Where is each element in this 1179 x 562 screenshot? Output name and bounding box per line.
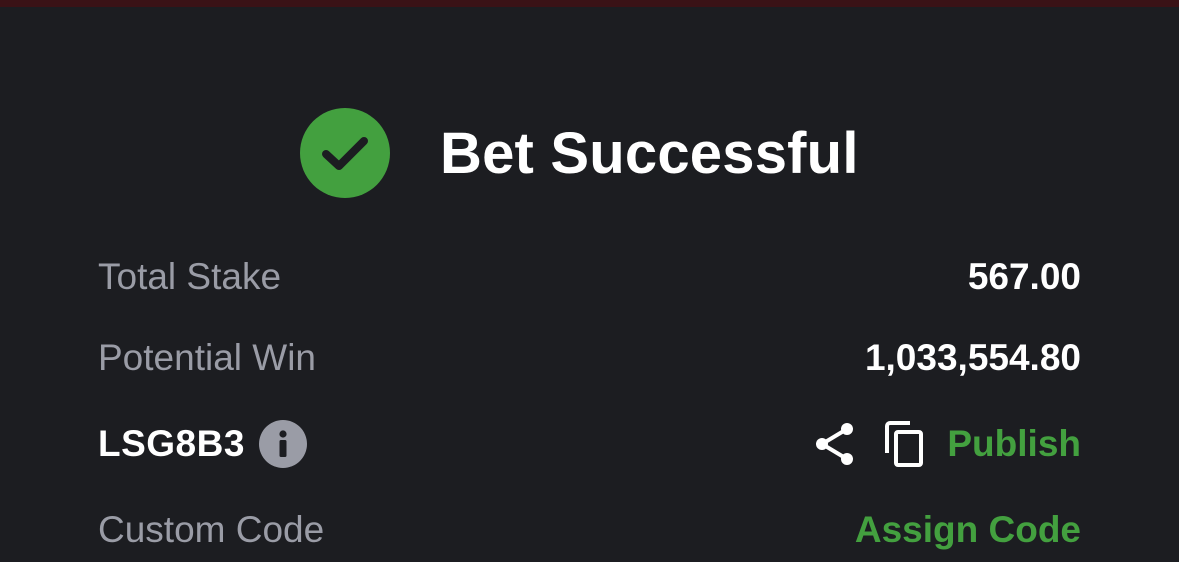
success-header: Bet Successful xyxy=(300,107,859,199)
publish-button[interactable]: Publish xyxy=(947,423,1081,465)
assign-code-button[interactable]: Assign Code xyxy=(855,509,1081,551)
potential-win-row: Potential Win 1,033,554.80 xyxy=(98,328,1081,388)
total-stake-label: Total Stake xyxy=(98,256,282,297)
bet-confirmation-panel: Bet Successful Total Stake 567.00 Potent… xyxy=(0,7,1179,562)
top-bar xyxy=(0,0,1179,7)
booking-code: LSG8B3 xyxy=(98,423,245,464)
copy-icon[interactable] xyxy=(883,420,925,468)
info-icon[interactable] xyxy=(258,420,307,468)
page-title: Bet Successful xyxy=(440,120,859,186)
custom-code-row: Custom Code Assign Code xyxy=(98,500,1081,560)
booking-code-group: LSG8B3 xyxy=(98,420,307,468)
potential-win-label: Potential Win xyxy=(98,337,316,378)
custom-code-label: Custom Code xyxy=(98,509,325,550)
total-stake-row: Total Stake 567.00 xyxy=(98,247,1081,307)
check-circle-icon xyxy=(300,108,390,198)
total-stake-value: 567.00 xyxy=(967,256,1081,297)
share-icon[interactable] xyxy=(813,420,857,468)
booking-code-row: LSG8B3 Publish xyxy=(98,414,1081,474)
booking-actions: Publish xyxy=(813,420,1081,468)
potential-win-value: 1,033,554.80 xyxy=(864,337,1081,378)
